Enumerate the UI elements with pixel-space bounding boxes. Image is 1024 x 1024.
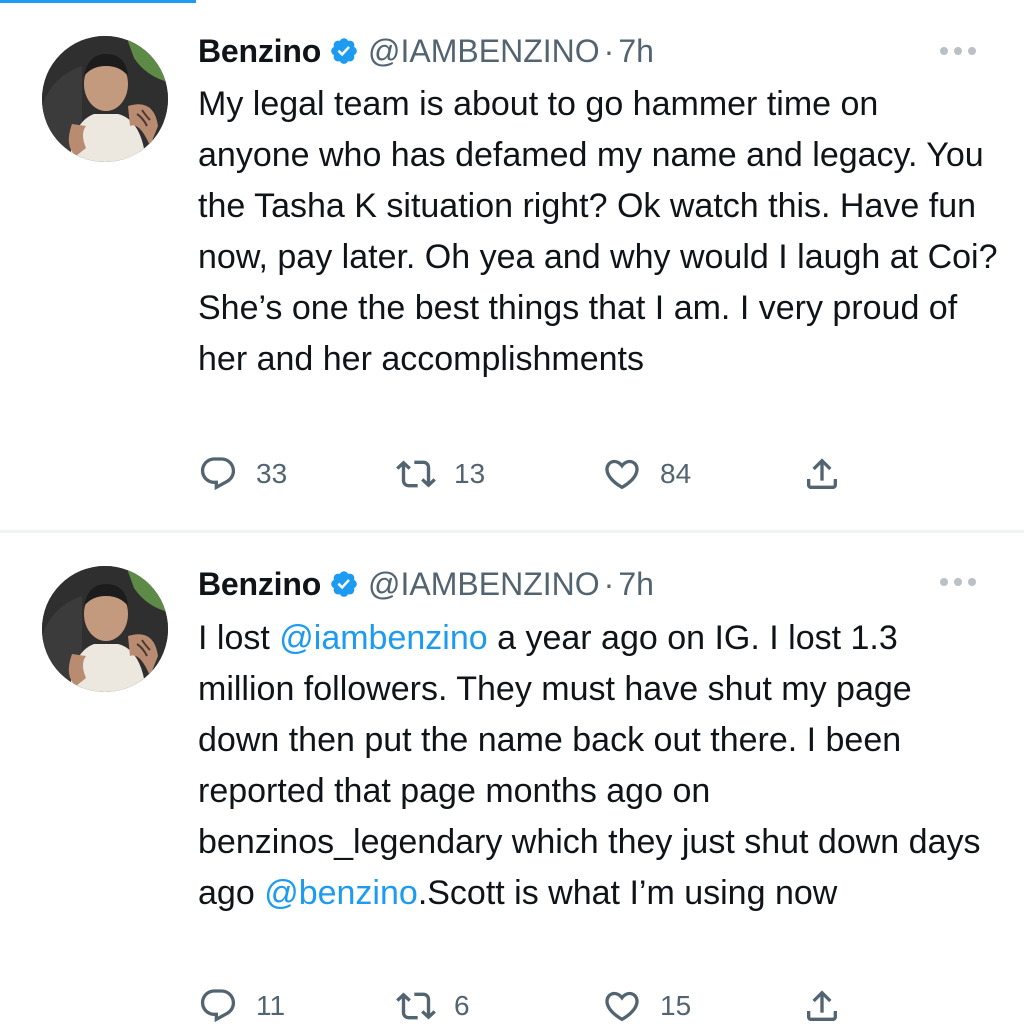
like-count: 15 [660, 990, 692, 1021]
avatar-image [42, 36, 168, 162]
share-button[interactable] [802, 450, 842, 498]
tweet-text-segment: My legal team is about to go hammer time… [198, 85, 998, 378]
username-handle[interactable]: @IAMBENZINO [368, 566, 600, 603]
like-icon [602, 986, 642, 1024]
username-handle[interactable]: @IAMBENZINO [368, 33, 600, 70]
retweet-button[interactable]: 6 [396, 982, 470, 1024]
tweet-text-segment: a year ago on IG. I lost 1.3 million fol… [198, 619, 981, 912]
retweet-count: 6 [454, 990, 470, 1021]
tweet-actions: 33 13 84 [198, 450, 858, 498]
timestamp[interactable]: 7h [618, 566, 654, 603]
display-name[interactable]: Benzino [198, 566, 321, 603]
reply-count: 11 [256, 990, 286, 1021]
retweet-count: 13 [454, 458, 486, 489]
mention-link[interactable]: @iambenzino [279, 619, 487, 657]
display-name[interactable]: Benzino [198, 33, 321, 70]
tweet-text-segment: .Scott is what I’m using now [417, 874, 838, 912]
like-button[interactable]: 84 [602, 450, 691, 498]
like-button[interactable]: 15 [602, 982, 691, 1024]
tweet-actions: 11 6 15 [198, 982, 858, 1024]
tweet-header: Benzino @IAMBENZINO · 7h [198, 31, 654, 71]
retweet-button[interactable]: 13 [396, 450, 485, 498]
tweet[interactable]: Benzino @IAMBENZINO · 7h I lost @iambenz… [0, 533, 1024, 1024]
verified-badge-icon [329, 569, 359, 599]
reply-icon [198, 454, 238, 494]
share-icon [802, 454, 842, 494]
retweet-icon [396, 986, 436, 1024]
retweet-icon [396, 454, 436, 494]
reply-button[interactable]: 11 [198, 982, 285, 1024]
tweet-text: My legal team is about to go hammer time… [198, 79, 998, 385]
mention-link[interactable]: @benzino [264, 874, 418, 912]
share-icon [802, 986, 842, 1024]
tweet-header: Benzino @IAMBENZINO · 7h [198, 564, 654, 604]
avatar[interactable] [42, 566, 168, 692]
share-button[interactable] [802, 982, 842, 1024]
like-count: 84 [660, 458, 692, 489]
reply-button[interactable]: 33 [198, 450, 287, 498]
separator-dot: · [603, 32, 615, 69]
tweet[interactable]: Benzino @IAMBENZINO · 7h My legal team i… [0, 0, 1024, 530]
more-options-icon[interactable] [940, 45, 976, 57]
verified-badge-icon [329, 36, 359, 66]
like-icon [602, 454, 642, 494]
separator-dot: · [603, 565, 615, 602]
timestamp[interactable]: 7h [618, 33, 654, 70]
reply-count: 33 [256, 458, 288, 489]
avatar-image [42, 566, 168, 692]
tweet-text-segment: I lost [198, 619, 280, 657]
reply-icon [198, 986, 238, 1024]
avatar[interactable] [42, 36, 168, 162]
more-options-icon[interactable] [940, 576, 976, 588]
tweet-text: I lost @iambenzino a year ago on IG. I l… [198, 613, 998, 919]
